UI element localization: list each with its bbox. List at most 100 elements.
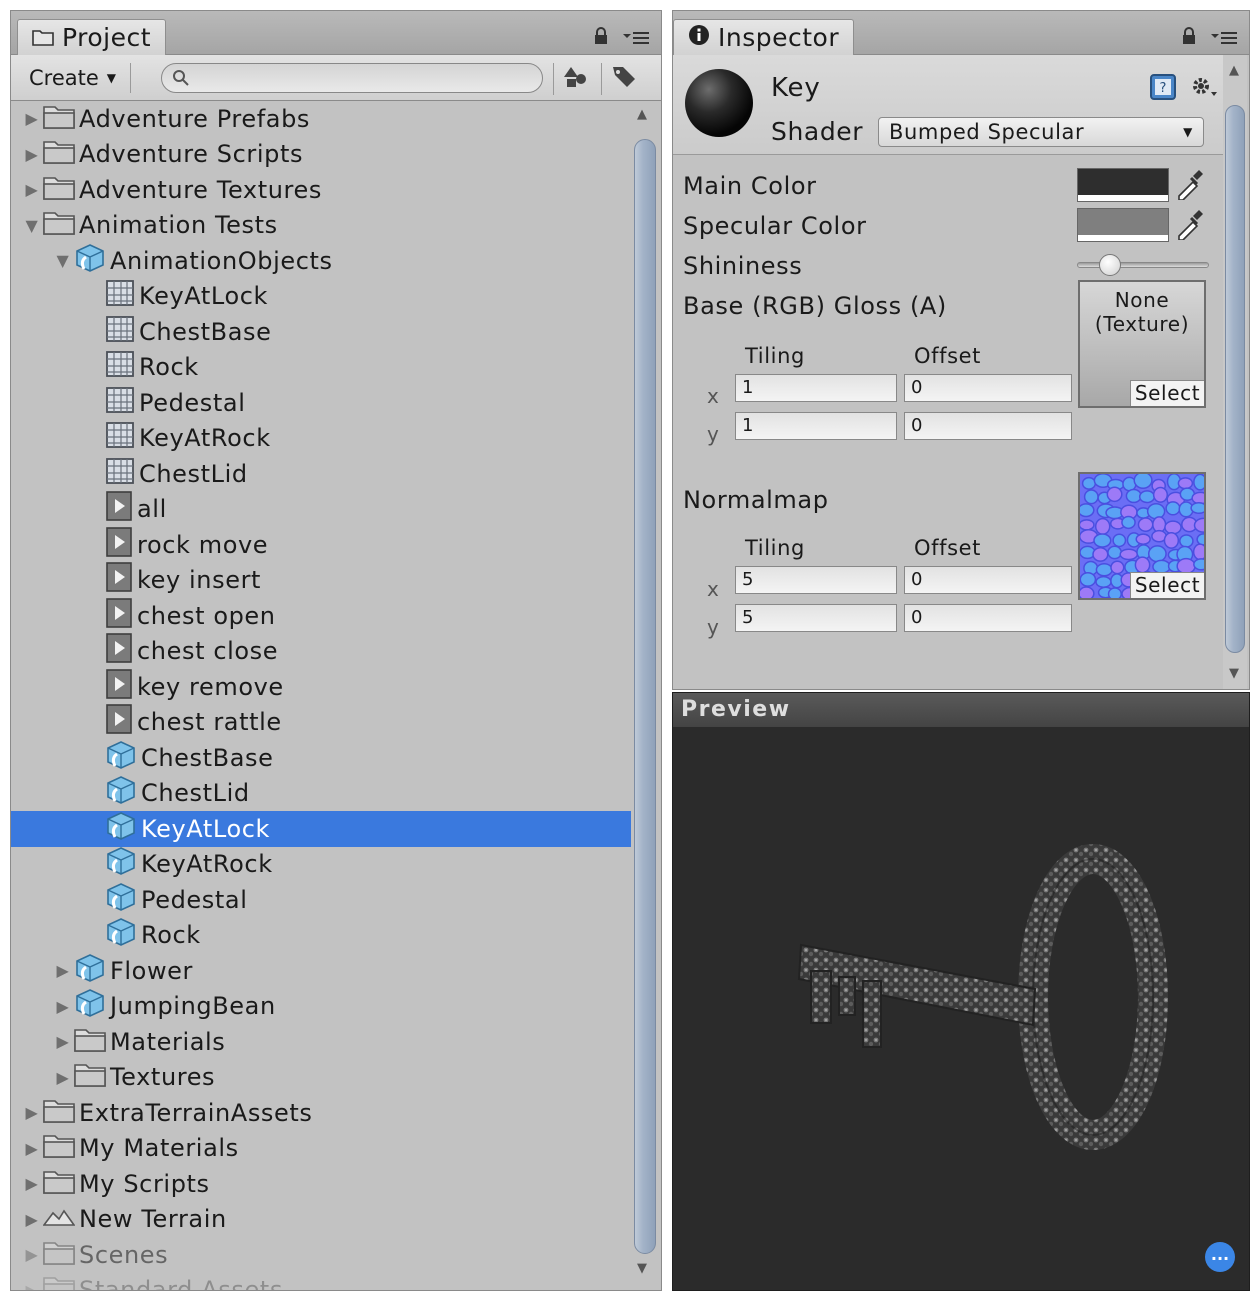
panel-menu-icon[interactable] — [623, 29, 649, 48]
tree-item[interactable]: ChestBase — [11, 740, 631, 776]
normal-tiling-y-field[interactable]: 5 — [735, 604, 897, 632]
expand-arrow-icon[interactable]: ▶ — [23, 1210, 41, 1229]
expand-arrow-icon[interactable]: ▶ — [23, 180, 41, 199]
help-book-icon[interactable]: ? — [1149, 73, 1177, 105]
tree-item-label: Pedestal — [141, 885, 248, 914]
tree-item[interactable]: Pedestal — [11, 385, 631, 421]
base-y-label: y — [707, 422, 719, 446]
tree-item[interactable]: ▶ My Scripts — [11, 1166, 631, 1202]
shininess-slider[interactable] — [1077, 262, 1209, 268]
expand-arrow-icon[interactable]: ▶ — [23, 1174, 41, 1193]
create-button[interactable]: Create ▼ — [29, 63, 132, 93]
tree-item-selected[interactable]: KeyAtLock — [11, 811, 631, 847]
mesh-icon — [105, 315, 135, 349]
tree-item[interactable]: ChestLid — [11, 776, 631, 812]
tree-item-label: Standard Assets — [79, 1276, 283, 1291]
tree-item[interactable]: ▶ New Terrain — [11, 1202, 631, 1238]
tree-item[interactable]: Pedestal — [11, 882, 631, 918]
expand-arrow-icon[interactable]: ▶ — [23, 1245, 41, 1264]
chat-bubble-button[interactable]: ... — [1205, 1242, 1235, 1272]
scrollbar-thumb[interactable] — [634, 139, 656, 1254]
main-color-swatch[interactable] — [1077, 168, 1169, 202]
tree-item[interactable]: ▶ Materials — [11, 1024, 631, 1060]
base-offset-x-field[interactable]: 0 — [904, 374, 1072, 402]
expand-arrow-icon[interactable]: ▶ — [23, 1103, 41, 1122]
base-tiling-y-field[interactable]: 1 — [735, 412, 897, 440]
base-tiling-x-field[interactable]: 1 — [735, 374, 897, 402]
tree-item[interactable]: ▶ Flower — [11, 953, 631, 989]
base-texture-slot[interactable]: None (Texture) Select — [1078, 280, 1206, 408]
tree-item[interactable]: ▶ Scenes — [11, 1237, 631, 1273]
tree-item[interactable]: ▼ Animation Tests — [11, 208, 631, 244]
tree-item[interactable]: chest rattle — [11, 704, 631, 741]
panel-menu-icon[interactable] — [1211, 29, 1237, 48]
normalmap-texture-slot[interactable]: Select — [1078, 472, 1206, 600]
normalmap-bump — [1192, 543, 1204, 561]
normal-tiling-x-field[interactable]: 5 — [735, 566, 897, 594]
tree-item[interactable]: ▶ Textures — [11, 1060, 631, 1096]
lock-icon[interactable] — [593, 27, 609, 49]
filter-by-label-button[interactable] — [601, 63, 645, 95]
base-texture-select-button[interactable]: Select — [1130, 380, 1204, 406]
tree-item[interactable]: ChestLid — [11, 456, 631, 492]
inspector-tabstrip: Inspector — [673, 11, 1249, 55]
collapse-arrow-icon[interactable]: ▼ — [23, 216, 41, 235]
key-model-preview[interactable] — [673, 727, 1250, 1291]
tree-item[interactable]: rock move — [11, 526, 631, 563]
tree-item[interactable]: ▶ ExtraTerrainAssets — [11, 1095, 631, 1131]
collapse-arrow-icon[interactable]: ▼ — [54, 251, 72, 270]
tree-item[interactable]: KeyAtRock — [11, 847, 631, 883]
eyedropper-icon[interactable] — [1175, 168, 1205, 204]
tree-item[interactable]: ▶ Adventure Prefabs — [11, 101, 631, 137]
lock-icon[interactable] — [1181, 27, 1197, 49]
tree-item[interactable]: all — [11, 491, 631, 528]
tree-item[interactable]: Rock — [11, 918, 631, 954]
shininess-slider-knob[interactable] — [1099, 254, 1121, 276]
tree-item[interactable]: ▶ Adventure Textures — [11, 172, 631, 208]
search-field[interactable] — [161, 63, 543, 93]
expand-arrow-icon[interactable]: ▶ — [54, 1032, 72, 1051]
base-offset-y-field[interactable]: 0 — [904, 412, 1072, 440]
shader-label: Shader — [771, 117, 864, 146]
project-scrollbar[interactable]: ▲ ▼ — [631, 101, 657, 1282]
tree-item[interactable]: ChestBase — [11, 314, 631, 350]
normalmap-select-button[interactable]: Select — [1130, 572, 1204, 598]
tree-item[interactable]: ▶ Standard Assets — [11, 1273, 631, 1291]
scroll-down-icon[interactable]: ▼ — [1229, 666, 1239, 681]
tree-item[interactable]: chest close — [11, 633, 631, 670]
expand-arrow-icon[interactable]: ▶ — [23, 1281, 41, 1290]
filter-by-type-button[interactable] — [553, 63, 597, 95]
expand-arrow-icon[interactable]: ▶ — [23, 145, 41, 164]
tree-item[interactable]: ▼ AnimationObjects — [11, 243, 631, 279]
specular-color-swatch[interactable] — [1077, 208, 1169, 242]
tree-item-label: My Materials — [79, 1134, 239, 1163]
tree-item[interactable]: KeyAtRock — [11, 421, 631, 457]
tree-item[interactable]: ▶ Adventure Scripts — [11, 137, 631, 173]
scroll-up-icon[interactable]: ▲ — [1229, 63, 1239, 78]
tree-item[interactable]: Rock — [11, 350, 631, 386]
scroll-down-icon[interactable]: ▼ — [637, 1261, 647, 1276]
expand-arrow-icon[interactable]: ▶ — [54, 1068, 72, 1087]
eyedropper-icon[interactable] — [1175, 208, 1205, 244]
normal-offset-y-field[interactable]: 0 — [904, 604, 1072, 632]
normal-offset-x-field[interactable]: 0 — [904, 566, 1072, 594]
shader-dropdown[interactable]: Bumped Specular ▼ — [878, 117, 1204, 147]
tree-item[interactable]: key insert — [11, 562, 631, 599]
scrollbar-thumb[interactable] — [1225, 105, 1245, 653]
tab-project[interactable]: Project — [17, 19, 167, 55]
expand-arrow-icon[interactable]: ▶ — [54, 961, 72, 980]
inspector-scrollbar[interactable]: ▲ ▼ — [1223, 55, 1247, 689]
normalmap-bump — [1121, 515, 1136, 530]
specular-color-label: Specular Color — [683, 212, 867, 240]
gear-icon[interactable] — [1189, 74, 1219, 104]
tree-item[interactable]: key remove — [11, 668, 631, 705]
scroll-up-icon[interactable]: ▲ — [637, 107, 647, 122]
expand-arrow-icon[interactable]: ▶ — [23, 1139, 41, 1158]
tree-item[interactable]: KeyAtLock — [11, 279, 631, 315]
expand-arrow-icon[interactable]: ▶ — [23, 109, 41, 128]
tree-item[interactable]: ▶ JumpingBean — [11, 989, 631, 1025]
tree-item[interactable]: chest open — [11, 597, 631, 634]
tree-item[interactable]: ▶ My Materials — [11, 1131, 631, 1167]
expand-arrow-icon[interactable]: ▶ — [54, 997, 72, 1016]
tab-inspector[interactable]: Inspector — [673, 19, 855, 55]
